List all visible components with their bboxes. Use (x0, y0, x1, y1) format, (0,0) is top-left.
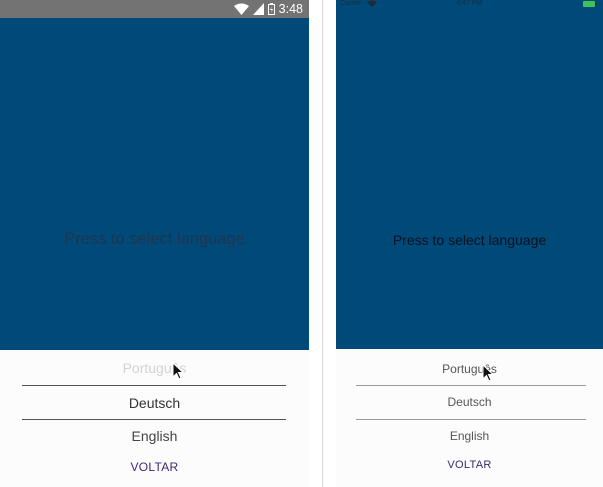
android-status-bar: 3:48 (0, 0, 309, 18)
picker-divider (356, 385, 586, 386)
android-device: 3:48 Press to select language Português … (0, 0, 309, 487)
status-time: 3:48 (278, 2, 303, 16)
picker-divider (22, 419, 286, 420)
panel-separator (322, 0, 323, 487)
select-language-area[interactable]: Press to select language (0, 18, 309, 350)
mouse-cursor-icon (482, 364, 495, 382)
signal-icon (252, 3, 264, 15)
language-option-portugues[interactable]: Português (336, 362, 603, 376)
battery-icon (583, 1, 597, 7)
picker-divider (356, 419, 586, 420)
select-language-prompt[interactable]: Press to select language (336, 232, 603, 248)
voltar-button[interactable]: VOLTAR (0, 460, 309, 474)
language-option-deutsch[interactable]: Deutsch (0, 395, 309, 411)
voltar-button[interactable]: VOLTAR (336, 459, 603, 471)
picker-divider (22, 385, 286, 386)
language-option-english[interactable]: English (0, 428, 309, 444)
language-picker[interactable]: Português Deutsch English VOLTAR (336, 349, 603, 487)
ios-device: Carrier 4:47 PM Press to select language… (336, 0, 603, 487)
mouse-cursor-icon (172, 362, 185, 380)
language-picker[interactable]: Português Deutsch English VOLTAR (0, 350, 309, 487)
battery-icon (267, 3, 275, 15)
wifi-icon (233, 3, 249, 15)
select-language-area[interactable]: Press to select language (336, 8, 603, 349)
status-time: 4:47 PM (456, 0, 483, 7)
select-language-prompt[interactable]: Press to select language (0, 230, 309, 249)
ios-status-bar: Carrier 4:47 PM (336, 0, 603, 8)
language-option-deutsch[interactable]: Deutsch (336, 395, 603, 409)
status-icons: 3:48 (233, 1, 303, 17)
language-option-portugues[interactable]: Português (0, 360, 309, 376)
language-option-english[interactable]: English (336, 429, 603, 443)
